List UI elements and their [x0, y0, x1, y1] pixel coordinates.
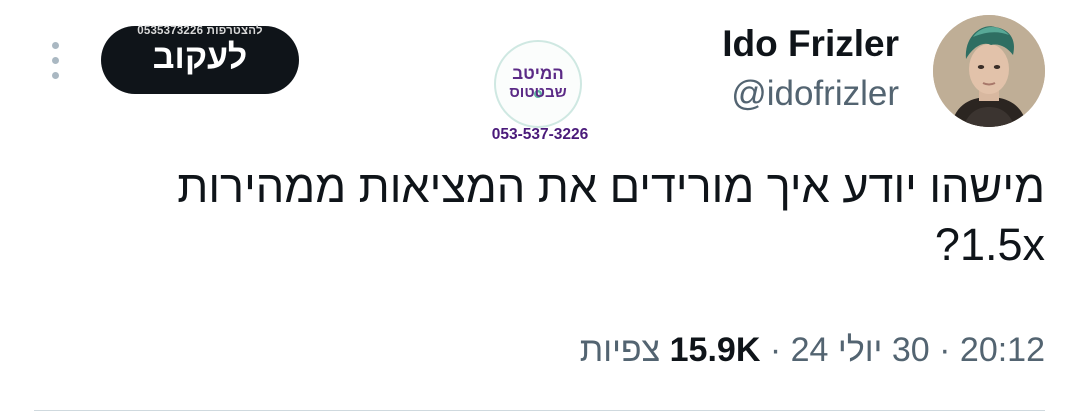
tweet-text: מישהו יודע איך מורידים את המציאות ממהירו…	[177, 161, 1045, 270]
views-count: 15.9K	[669, 331, 761, 369]
display-name[interactable]: Ido Frizler	[722, 22, 899, 66]
logo-phone: 053-537-3226	[491, 126, 589, 143]
logo-line1: המיטב	[512, 64, 564, 83]
more-dot	[52, 72, 59, 79]
more-options-icon[interactable]	[40, 38, 70, 84]
meta-separator: ·	[769, 331, 782, 369]
divider	[34, 410, 1045, 411]
user-handle[interactable]: @idofrizler	[722, 72, 899, 116]
logo-line2: שבטטוס	[509, 84, 567, 101]
tweet-meta: 20:12 · 30 יולי 24 · 15.9K צפיות	[580, 328, 1045, 372]
more-dot	[52, 57, 59, 64]
watermark-logo: המיטב שבטטוס 053-537-3226	[484, 40, 596, 148]
avatar-photo	[933, 15, 1045, 127]
follow-overlay-text: 0535373226 להצטרפות	[137, 25, 263, 37]
avatar[interactable]	[933, 15, 1045, 127]
follow-button[interactable]: 0535373226 להצטרפות לעקוב	[101, 25, 299, 94]
views-label: צפיות	[579, 331, 661, 369]
follow-button-label: לעקוב	[152, 38, 248, 76]
tweet-date[interactable]: 30 יולי 24	[791, 331, 930, 369]
logo-circle: המיטב שבטטוס	[494, 40, 582, 128]
author-block: Ido Frizler @idofrizler	[722, 22, 899, 116]
more-dot	[52, 42, 59, 49]
meta-separator: ·	[939, 331, 951, 369]
tweet-time[interactable]: 20:12	[960, 331, 1045, 369]
